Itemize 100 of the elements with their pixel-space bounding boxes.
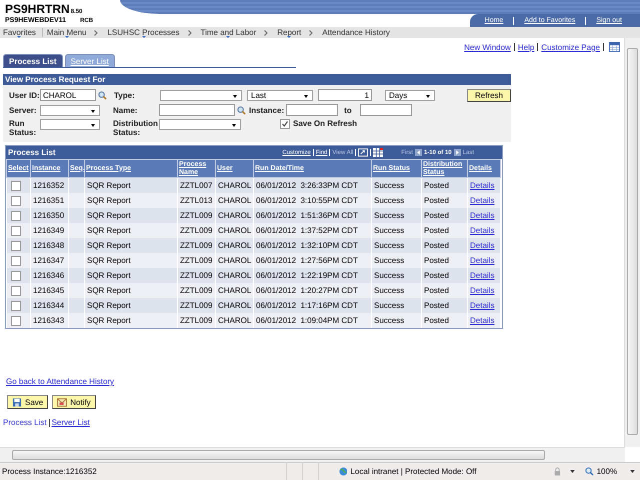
table-cell: SQR Report: [84, 238, 178, 253]
row-checkbox[interactable]: [11, 210, 21, 220]
table-cell: ZZTL009: [178, 208, 216, 223]
table-cell: Success: [372, 283, 422, 298]
zone-text: Local intranet | Protected Mode: Off: [350, 467, 478, 476]
table-cell: 06/01/2012 1:22:19PM CDT: [254, 268, 372, 283]
nav-menu-item[interactable]: Main Menu: [46, 28, 86, 37]
bottom-link[interactable]: Server List: [52, 418, 90, 427]
bottom-link[interactable]: Process List: [3, 418, 47, 427]
section-header: View Process Request For: [3, 74, 511, 85]
table-cell: SQR Report: [84, 313, 178, 328]
horizontal-scrollbar[interactable]: [0, 447, 625, 462]
checkbox[interactable]: [280, 119, 290, 129]
table-cell: Success: [372, 193, 422, 208]
row-checkbox[interactable]: [11, 270, 21, 280]
nav-menu-item[interactable]: Favorites: [3, 28, 36, 37]
toolbar-button[interactable]: Save: [7, 395, 48, 409]
table-cell: CHAROL: [216, 178, 254, 193]
table-cell: SQR Report: [84, 223, 178, 238]
table-cell: ZZTL013: [178, 193, 216, 208]
grid-title: Process List: [8, 148, 56, 157]
table-cell: SQR Report: [84, 193, 178, 208]
row-checkbox[interactable]: [11, 256, 21, 266]
field-label: to: [344, 106, 352, 114]
table-cell: 1216343: [30, 313, 68, 328]
table-cell: Posted: [422, 253, 468, 268]
user-id-field[interactable]: CHAROL: [40, 89, 96, 101]
period-dropdown[interactable]: Days: [385, 90, 435, 100]
table-cell: Posted: [422, 268, 468, 283]
table-cell: 1216347: [30, 253, 68, 268]
table-cell: 06/01/2012 3:26:33PM CDT: [254, 178, 372, 193]
nav-menu-item[interactable]: Attendance History: [322, 28, 390, 37]
type-dropdown[interactable]: [160, 90, 242, 100]
zoom-icon[interactable]: [584, 467, 594, 476]
row-checkbox[interactable]: [11, 196, 21, 206]
caret-icon[interactable]: [570, 470, 575, 473]
table-cell: CHAROL: [216, 313, 254, 328]
table-cell: 1216351: [30, 193, 68, 208]
refresh-button[interactable]: Refresh: [467, 88, 511, 102]
search-icon[interactable]: [237, 106, 246, 114]
table-cell: Success: [372, 178, 422, 193]
run-status-dropdown[interactable]: [40, 119, 100, 130]
previous-icon[interactable]: [414, 149, 422, 156]
distribution-status-dropdown[interactable]: [159, 119, 241, 130]
name-field[interactable]: [159, 104, 235, 116]
table-cell: Posted: [422, 238, 468, 253]
table-cell: Posted: [422, 223, 468, 238]
row-checkbox[interactable]: [11, 316, 21, 326]
page-link[interactable]: New Window: [464, 42, 511, 52]
row-checkbox[interactable]: [11, 180, 21, 190]
table-cell: 06/01/2012 1:37:52PM CDT: [254, 223, 372, 238]
zoom-level: 100%: [596, 467, 618, 476]
table-cell: 1216346: [30, 268, 68, 283]
table-cell: ZZTL009: [178, 253, 216, 268]
table-cell: 1216344: [30, 298, 68, 313]
field-label: Type:: [114, 90, 136, 100]
row-checkbox[interactable]: [11, 226, 21, 236]
server-dropdown[interactable]: [40, 104, 100, 116]
table-cell: SQR Report: [84, 253, 178, 268]
instance-to-field[interactable]: [360, 104, 412, 116]
grid-icon[interactable]: [609, 42, 620, 52]
tab[interactable]: Process List: [3, 54, 63, 68]
table-cell: CHAROL: [216, 223, 254, 238]
search-icon[interactable]: [98, 90, 107, 100]
instance-from-field[interactable]: [286, 104, 338, 116]
table-cell: 1216345: [30, 283, 68, 298]
new-window-icon[interactable]: [358, 148, 368, 157]
row-checkbox[interactable]: [11, 240, 21, 250]
chevron-icon: [264, 30, 268, 36]
nav-menu-item[interactable]: LSUHSC Processes: [107, 28, 180, 37]
status-text: Process Instance:1216352: [2, 467, 98, 476]
table-cell: Posted: [422, 298, 468, 313]
table-cell: 06/01/2012 1:32:10PM CDT: [254, 238, 372, 253]
table-cell: 06/01/2012 1:51:36PM CDT: [254, 208, 372, 223]
table-cell: ZZTL009: [178, 238, 216, 253]
range-dropdown[interactable]: Last: [247, 90, 313, 100]
table-cell: Posted: [422, 283, 468, 298]
page-link[interactable]: Help: [518, 42, 534, 52]
row-checkbox[interactable]: [11, 286, 21, 296]
table-cell: Success: [372, 253, 422, 268]
table-cell: SQR Report: [84, 283, 178, 298]
back-link[interactable]: Go back to Attendance History: [6, 377, 114, 386]
nav-menu-item[interactable]: Report: [277, 28, 302, 37]
row-checkbox[interactable]: [11, 300, 21, 310]
table-cell: 1216348: [30, 238, 68, 253]
next-icon[interactable]: [454, 149, 461, 156]
vertical-scrollbar[interactable]: [624, 38, 640, 447]
page-link[interactable]: Customize Page: [541, 42, 600, 52]
lock-icon[interactable]: [552, 467, 562, 476]
nav-menu-item[interactable]: Time and Labor: [200, 28, 256, 37]
table-cell: CHAROL: [216, 253, 254, 268]
field-label: User ID:: [9, 90, 40, 100]
table-cell: 1216352: [30, 178, 68, 193]
count-field[interactable]: 1: [318, 89, 372, 101]
grid-icon[interactable]: [373, 148, 384, 157]
caret-icon[interactable]: [630, 470, 635, 473]
toolbar-button[interactable]: Notify: [52, 395, 96, 409]
checkbox-label: Save On Refresh: [293, 119, 358, 128]
table-cell: Success: [372, 268, 422, 283]
table-cell: 1216350: [30, 208, 68, 223]
